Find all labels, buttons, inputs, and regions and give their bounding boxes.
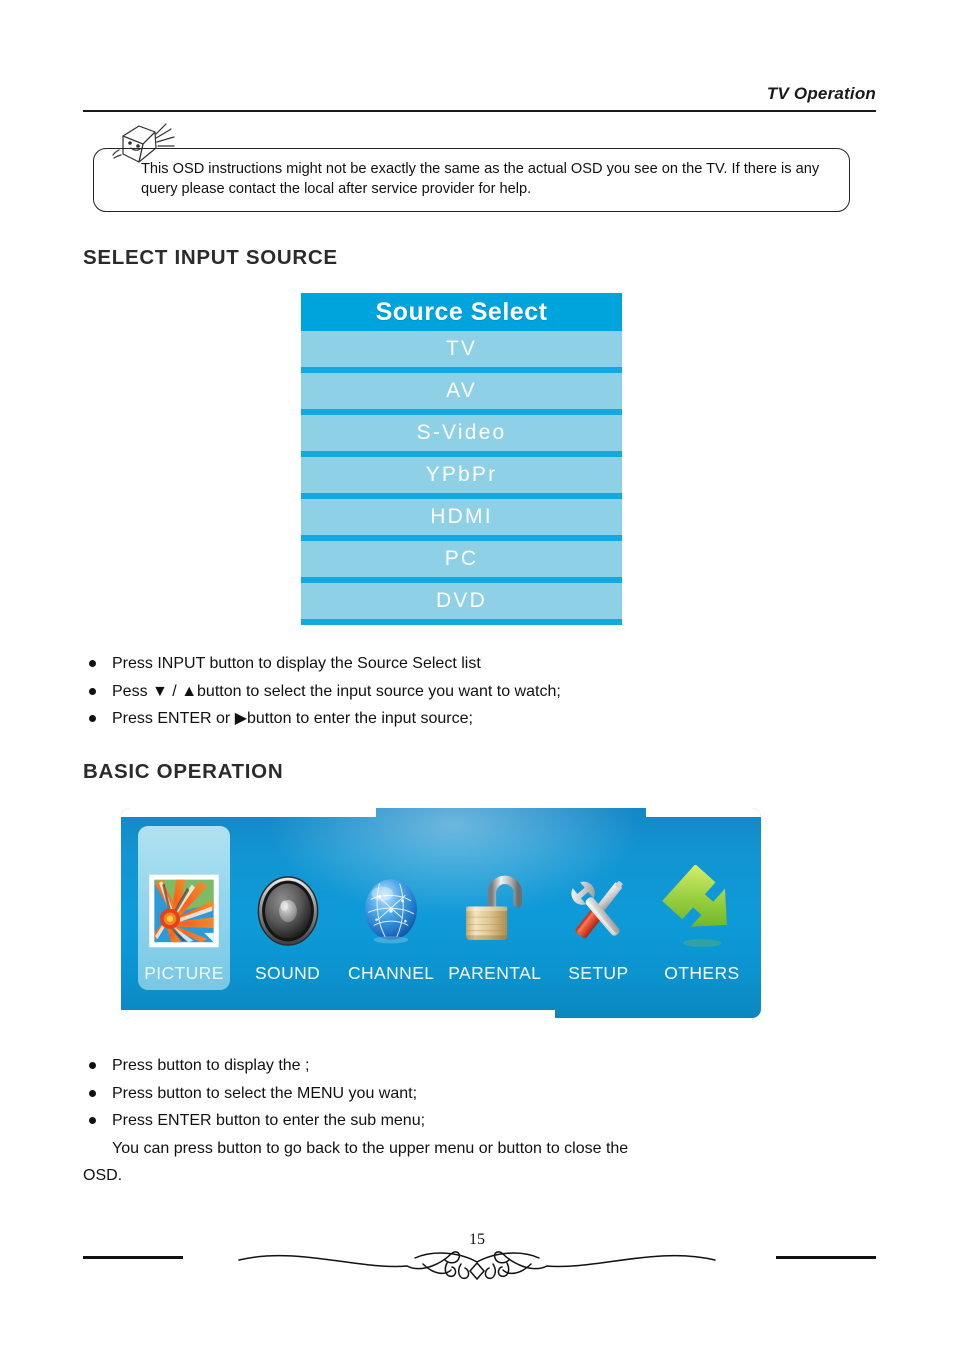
speaker-icon (246, 859, 330, 963)
speaker-icon (257, 876, 318, 946)
footer-rule-left (83, 1256, 183, 1259)
osd-menu-label-setup: SETUP (568, 963, 629, 983)
bullet-dot-icon (89, 660, 96, 667)
source-select-option-dvd[interactable]: DVD (301, 583, 622, 619)
osd-menu-label-others: OTHERS (664, 963, 740, 983)
open-padlock-icon (453, 859, 537, 963)
wrench-screwdriver-icon (556, 859, 640, 963)
source-select-option-hdmi[interactable]: HDMI (301, 499, 622, 535)
source-select-option-pc[interactable]: PC (301, 541, 622, 577)
bullet-dot-icon (89, 1062, 96, 1069)
page-header: TV Operation (83, 84, 876, 114)
osd-menu-label-picture: PICTURE (144, 963, 224, 983)
instruction-bullet: Press INPUT button to display the Source… (83, 650, 883, 678)
osd-menu-item-parental[interactable]: PARENTAL (446, 832, 544, 998)
instruction-text: Press button to display the ; (112, 1057, 310, 1074)
green-arrow-icon (662, 865, 727, 947)
page-header-title: TV Operation (766, 84, 876, 103)
osd-menu-item-picture[interactable]: PICTURE (135, 826, 233, 998)
instruction-continuation: You can press button to go back to the u… (112, 1139, 629, 1157)
instruction-bullet: Pess ▼ / ▲button to select the input sou… (83, 678, 883, 706)
osd-notch-top-right (646, 808, 761, 817)
basic-operation-instructions: Press button to display the ; Press butto… (83, 1052, 883, 1190)
globe-sphere-icon (349, 859, 433, 963)
main-osd-menu[interactable]: PICTURE SOUND CHANNEL PARENTAL SETUP OTHERS (121, 808, 761, 1018)
instruction-bullet: Press button to display the ; (83, 1052, 883, 1080)
instruction-text: Pess ▼ / ▲button to select the input sou… (112, 682, 561, 700)
osd-notch-bottom-left (121, 1010, 555, 1018)
osd-menu-item-sound[interactable]: SOUND (239, 832, 337, 998)
source-select-menu[interactable]: Source Select TV AV S-Video YPbPr HDMI PC DVD (301, 293, 622, 625)
osd-notch-top-left (121, 808, 376, 817)
globe-sphere-icon (365, 879, 418, 944)
instruction-bullet: Press ENTER button to enter the sub menu… (83, 1107, 883, 1135)
instruction-continuation: OSD. (83, 1167, 123, 1184)
page-number: 15 (469, 1231, 485, 1248)
source-select-instructions: Press INPUT button to display the Source… (83, 650, 883, 733)
osd-menu-label-sound: SOUND (254, 963, 321, 983)
open-padlock-icon (465, 875, 522, 940)
section-title-select-input-source: SELECT INPUT SOURCE (83, 246, 338, 269)
source-select-option-s-video[interactable]: S-Video (301, 415, 622, 451)
source-select-option-av[interactable]: AV (301, 373, 622, 409)
footer-rule-right (776, 1256, 876, 1259)
bullet-dot-icon (89, 1117, 96, 1124)
instruction-bullet: Press ENTER or ▶button to enter the inpu… (83, 705, 883, 733)
instruction-text: Press ENTER or ▶button to enter the inpu… (112, 710, 473, 727)
osd-menu-label-parental: PARENTAL (448, 963, 542, 983)
source-select-option-ypbpr[interactable]: YPbPr (301, 457, 622, 493)
source-select-option-tv[interactable]: TV (301, 331, 622, 367)
note-callout: This OSD instructions might not be exact… (93, 123, 850, 212)
instruction-text: Press INPUT button to display the Source… (112, 655, 481, 672)
bullet-dot-icon (89, 715, 96, 722)
green-arrow-icon (660, 859, 744, 963)
picture-photo-icon (149, 874, 219, 948)
osd-menu-label-channel: CHANNEL (347, 963, 435, 983)
osd-menu-item-channel[interactable]: CHANNEL (342, 832, 440, 998)
bullet-dot-icon (89, 687, 96, 695)
osd-menu-item-setup[interactable]: SETUP (549, 832, 647, 998)
note-text: This OSD instructions might not be exact… (141, 161, 820, 197)
page-footer: 15 (0, 1230, 954, 1310)
wrench-screwdriver-icon (571, 881, 624, 939)
instruction-text: Press button to select the MENU you want… (112, 1084, 418, 1102)
section-title-basic-operation: BASIC OPERATION (83, 760, 284, 783)
source-select-title: Source Select (301, 293, 622, 331)
picture-photo-icon (142, 859, 226, 963)
instruction-bullet: Press button to select the MENU you want… (83, 1080, 883, 1108)
header-divider (83, 110, 876, 112)
bullet-dot-icon (89, 1089, 96, 1097)
instruction-text: Press ENTER button to enter the sub menu… (112, 1112, 426, 1129)
osd-menu-item-others[interactable]: OTHERS (653, 832, 751, 998)
